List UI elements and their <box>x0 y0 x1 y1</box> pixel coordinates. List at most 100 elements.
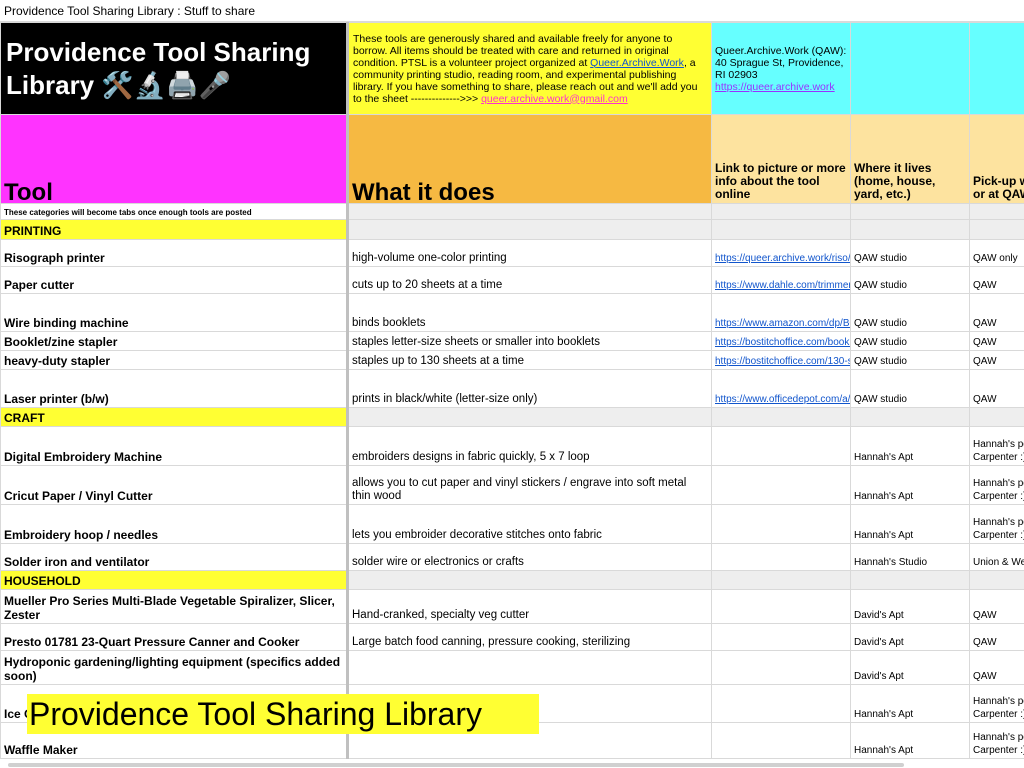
description-cell[interactable]: lets you embroider decorative stitches o… <box>347 504 712 544</box>
empty-cell[interactable] <box>850 219 970 240</box>
tool-name-cell[interactable]: Embroidery hoop / needles <box>0 504 349 544</box>
category-printing[interactable]: PRINTING <box>0 219 349 240</box>
info-link-cell[interactable] <box>711 623 851 651</box>
location-cell[interactable]: David's Apt <box>850 623 970 651</box>
description-cell[interactable]: binds booklets <box>347 293 712 332</box>
location-cell[interactable]: QAW studio <box>850 350 970 370</box>
empty-cell[interactable] <box>347 203 712 220</box>
info-link-cell[interactable]: https://www.officedepot.com/a/p <box>711 369 851 408</box>
tool-name-cell[interactable]: Mueller Pro Series Multi-Blade Vegetable… <box>0 589 349 624</box>
empty-cell[interactable] <box>969 203 1024 220</box>
column-header-lives[interactable]: Where it lives (home, house, yard, etc.) <box>850 114 970 204</box>
location-cell[interactable]: QAW studio <box>850 266 970 294</box>
info-link-cell[interactable] <box>711 504 851 544</box>
empty-cell[interactable] <box>347 219 712 240</box>
categories-note[interactable]: These categories will become tabs once e… <box>0 203 349 220</box>
location-cell[interactable]: Hannah's Studio <box>850 543 970 571</box>
horizontal-scrollbar[interactable] <box>0 762 1024 768</box>
empty-cell[interactable] <box>711 203 851 220</box>
description-cell[interactable]: cuts up to 20 sheets at a time <box>347 266 712 294</box>
info-link-cell[interactable]: https://bostitchoffice.com/130-s <box>711 350 851 370</box>
tool-name-cell[interactable]: Paper cutter <box>0 266 349 294</box>
description-cell[interactable]: prints in black/white (letter-size only) <box>347 369 712 408</box>
empty-cell[interactable] <box>347 570 712 590</box>
category-household[interactable]: HOUSEHOLD <box>0 570 349 590</box>
empty-cell[interactable] <box>711 219 851 240</box>
empty-cell[interactable] <box>711 570 851 590</box>
location-cell[interactable]: Hannah's Apt <box>850 465 970 505</box>
empty-cell[interactable] <box>850 203 970 220</box>
tool-name-cell[interactable]: Digital Embroidery Machine <box>0 426 349 466</box>
pickup-cell[interactable]: QAW <box>969 623 1024 651</box>
address-link[interactable]: https://queer.archive.work <box>715 81 835 93</box>
pickup-cell[interactable]: QAW <box>969 350 1024 370</box>
address-cell[interactable]: Queer.Archive.Work (QAW): 40 Sprague St,… <box>711 22 851 115</box>
description-cell[interactable]: staples letter-size sheets or smaller in… <box>347 331 712 351</box>
column-header-pickup[interactable]: Pick-up where it lives or at QAW? <box>969 114 1024 204</box>
empty-cell[interactable] <box>969 219 1024 240</box>
pickup-cell[interactable]: QAW <box>969 369 1024 408</box>
info-link-cell[interactable]: https://www.dahle.com/trimmer/ <box>711 266 851 294</box>
pickup-cell[interactable]: Hannah's porch Battey & Carpenter :) <box>969 504 1024 544</box>
location-cell[interactable]: Hannah's Apt <box>850 684 970 723</box>
location-cell[interactable]: QAW studio <box>850 293 970 332</box>
pickup-cell[interactable]: QAW <box>969 293 1024 332</box>
tool-name-cell[interactable]: heavy-duty stapler <box>0 350 349 370</box>
empty-cell[interactable] <box>850 570 970 590</box>
tool-name-cell[interactable]: Hydroponic gardening/lighting equipment … <box>0 650 349 685</box>
qaw-link[interactable]: Queer.Archive.Work <box>590 57 684 69</box>
location-cell[interactable]: David's Apt <box>850 589 970 624</box>
description-cell[interactable] <box>347 650 712 685</box>
description-cell[interactable]: allows you to cut paper and vinyl sticke… <box>347 465 712 505</box>
pickup-cell[interactable]: Hannah's porch Battey & Carpenter :) <box>969 722 1024 759</box>
tool-name-cell[interactable]: Booklet/zine stapler <box>0 331 349 351</box>
pickup-cell[interactable]: QAW <box>969 331 1024 351</box>
email-link[interactable]: queer.archive.work@gmail.com <box>481 93 628 105</box>
pickup-cell[interactable]: QAW <box>969 650 1024 685</box>
pickup-cell[interactable]: Hannah's porch Battey & Carpenter :) <box>969 465 1024 505</box>
column-header-link[interactable]: Link to picture or more info about the t… <box>711 114 851 204</box>
location-cell[interactable]: Hannah's Apt <box>850 504 970 544</box>
pickup-cell[interactable]: Union & Weybosset <box>969 543 1024 571</box>
empty-cell[interactable] <box>969 407 1024 427</box>
tool-name-cell[interactable]: Cricut Paper / Vinyl Cutter <box>0 465 349 505</box>
pickup-cell[interactable]: QAW only <box>969 239 1024 267</box>
description-cell[interactable]: solder wire or electronics or crafts <box>347 543 712 571</box>
location-cell[interactable]: Hannah's Apt <box>850 426 970 466</box>
pickup-cell[interactable]: QAW <box>969 266 1024 294</box>
location-cell[interactable]: Hannah's Apt <box>850 722 970 759</box>
empty-cell[interactable] <box>347 407 712 427</box>
description-cell[interactable]: embroiders designs in fabric quickly, 5 … <box>347 426 712 466</box>
category-craft[interactable]: CRAFT <box>0 407 349 427</box>
empty-cell[interactable] <box>850 407 970 427</box>
scrollbar-thumb[interactable] <box>8 763 904 767</box>
info-link-cell[interactable] <box>711 543 851 571</box>
info-link-cell[interactable] <box>711 650 851 685</box>
info-link-cell[interactable] <box>711 722 851 759</box>
empty-cell[interactable] <box>969 570 1024 590</box>
tool-name-cell[interactable]: Risograph printer <box>0 239 349 267</box>
column-header-what[interactable]: What it does <box>347 114 712 204</box>
info-link-cell[interactable]: https://queer.archive.work/riso/i <box>711 239 851 267</box>
location-cell[interactable]: QAW studio <box>850 331 970 351</box>
description-cell[interactable]: high-volume one-color printing <box>347 239 712 267</box>
location-cell[interactable]: QAW studio <box>850 239 970 267</box>
column-header-tool[interactable]: Tool <box>0 114 349 204</box>
location-cell[interactable]: David's Apt <box>850 650 970 685</box>
tool-name-cell[interactable]: Laser printer (b/w) <box>0 369 349 408</box>
empty-header-cell[interactable] <box>969 22 1024 115</box>
location-cell[interactable]: QAW studio <box>850 369 970 408</box>
pickup-cell[interactable]: Hannah's porch Battey & Carpenter :) <box>969 684 1024 723</box>
tool-name-cell[interactable]: Wire binding machine <box>0 293 349 332</box>
info-link-cell[interactable]: https://www.amazon.com/dp/B0 <box>711 293 851 332</box>
info-link-cell[interactable]: https://bostitchoffice.com/booklet <box>711 331 851 351</box>
info-link-cell[interactable] <box>711 426 851 466</box>
spreadsheet-grid[interactable]: Providence Tool Sharing Library 🛠️🔬🖨️🎤 T… <box>0 22 1024 762</box>
info-link-cell[interactable] <box>711 589 851 624</box>
info-link-cell[interactable] <box>711 465 851 505</box>
description-cell[interactable]: staples up to 130 sheets at a time <box>347 350 712 370</box>
empty-header-cell[interactable] <box>850 22 970 115</box>
description-cell[interactable]: Large batch food canning, pressure cooki… <box>347 623 712 651</box>
tool-name-cell[interactable]: Solder iron and ventilator <box>0 543 349 571</box>
info-link-cell[interactable] <box>711 684 851 723</box>
